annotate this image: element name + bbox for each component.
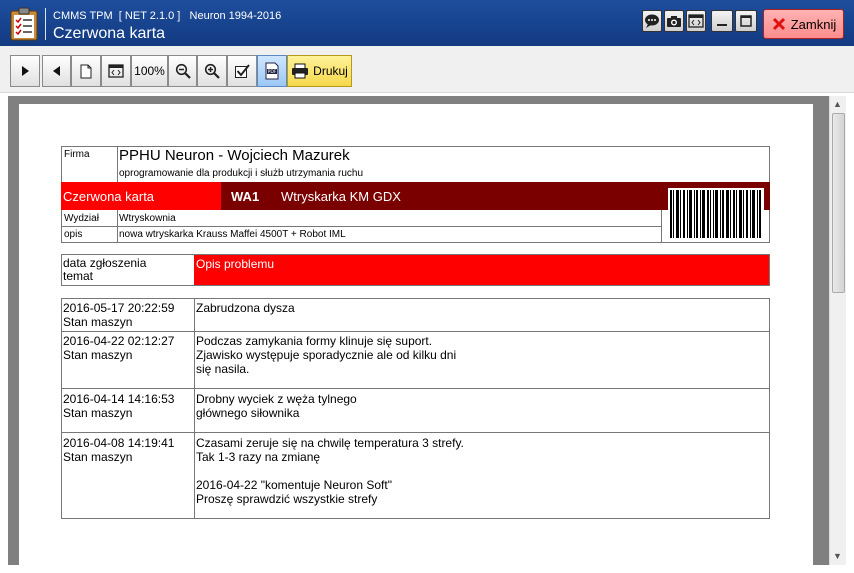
opis-label: opis [64,229,83,240]
camera-button[interactable] [664,10,684,32]
entry-text-line: Zjawisko występuje sporadycznie ale od k… [196,348,457,362]
vertical-scrollbar[interactable]: ▲ ▼ [829,96,846,565]
document-icon [80,64,92,78]
code-window-icon [688,14,704,28]
opis-value: nowa wtryskarka Krauss Maffei 4500T + Ro… [119,229,346,240]
printer-icon [292,63,309,79]
row-divider [61,226,661,227]
close-button[interactable]: Zamknij [763,9,844,39]
zoom-in-button[interactable] [197,55,227,87]
entry-text-line: Drobny wyciek z węża tylnego [196,392,357,406]
close-x-icon [772,17,785,31]
entry-divider [61,388,770,389]
barcode-divider [661,210,662,243]
label-divider [117,210,118,243]
entry-date: 2016-04-22 02:12:27 [63,334,175,348]
checkbox-check-icon [235,64,250,78]
barcode-image [668,188,764,240]
scroll-down-icon[interactable]: ▼ [833,551,842,561]
wydzial-label: Wydział [64,213,99,224]
problem-header-bar [194,255,769,285]
chat-button[interactable] [642,10,662,32]
close-button-label: Zamknij [790,16,837,32]
app-version-label: CMMS TPM [ NET 2.1.0 ] Neuron 1994-2016 [53,10,282,22]
report-page: Firma PPHU Neuron - Wojciech Mazurek opr… [19,104,813,565]
entry-text-line: Podczas zamykania formy klinuje się supo… [196,334,433,348]
company-name: PPHU Neuron - Wojciech Mazurek [119,147,350,164]
zoom-level-label: 100% [134,64,165,78]
print-button-label: Drukuj [313,64,348,78]
red-card-label: Czerwona karta [63,189,155,204]
svg-text:PDF: PDF [268,69,277,75]
col-problem-header: Opis problemu [196,257,275,271]
entry-topic: Stan maszyn [63,406,133,420]
entry-text-line: 2016-04-22 "komentuje Neuron Soft" [196,478,392,492]
pdf-export-button[interactable]: PDF [257,55,287,87]
machine-code: WA1 [231,189,260,204]
maximize-button[interactable] [735,10,757,32]
col-date-header: data zgłoszenia [63,256,147,270]
firma-label: Firma [64,149,90,160]
entry-date: 2016-04-14 14:16:53 [63,392,175,406]
wydzial-value: Wtryskownia [119,213,176,224]
window-title: Czerwona karta [53,25,166,42]
entry-text-line: się nasila. [196,362,250,376]
minimize-icon [717,24,727,26]
pdf-file-icon: PDF [265,62,279,80]
entry-text-line: Zabrudzona dysza [196,301,295,315]
title-bar: CMMS TPM [ NET 2.1.0 ] Neuron 1994-2016 … [0,0,854,46]
code-window-icon [108,64,124,78]
zoom-100-button[interactable]: 100% [131,55,168,87]
scroll-up-icon[interactable]: ▲ [833,99,842,109]
chat-bubble-icon [645,14,659,28]
entry-date: 2016-04-08 14:19:41 [63,436,175,450]
entry-topic: Stan maszyn [63,348,133,362]
firma-divider [117,146,118,182]
print-button[interactable]: Drukuj [287,55,352,87]
clipboard-app-icon [8,7,40,41]
minimize-button[interactable] [711,10,733,32]
zoom-out-button[interactable] [168,55,197,87]
camera-icon [667,16,681,27]
entry-date: 2016-05-17 20:22:59 [63,301,175,315]
play-right-icon [22,66,29,76]
zoom-out-icon [175,63,191,79]
play-left-icon [52,66,60,76]
entry-topic: Stan maszyn [63,315,133,329]
code-view-button[interactable] [101,55,131,87]
toolbar: 100% PDF Drukuj [0,46,854,93]
entry-text-line: Proszę sprawdzić wszystkie strefy [196,492,378,506]
entry-divider [61,331,770,332]
report-workspace: Firma PPHU Neuron - Wojciech Mazurek opr… [8,96,846,565]
new-document-button[interactable] [71,55,101,87]
company-subtitle: oprogramowanie dla produkcji i służb utr… [119,168,364,179]
zoom-in-icon [204,63,220,79]
machine-name: Wtryskarka KM GDX [281,189,401,204]
entry-text-line: Czasami zeruje się na chwilę temperatura… [196,436,464,450]
code-window-button[interactable] [686,10,706,32]
maximize-icon [740,15,752,27]
col-topic-header: temat [63,269,94,283]
scroll-thumb[interactable] [832,113,845,293]
entry-text-line: Tak 1-3 razy na zmianę [196,450,321,464]
approve-button[interactable] [227,55,257,87]
entry-text-line: głównego siłownika [196,406,300,420]
entry-divider [61,432,770,433]
next-page-button[interactable] [10,55,40,87]
entry-topic: Stan maszyn [63,450,133,464]
title-separator [45,8,46,40]
previous-page-button[interactable] [42,55,71,87]
